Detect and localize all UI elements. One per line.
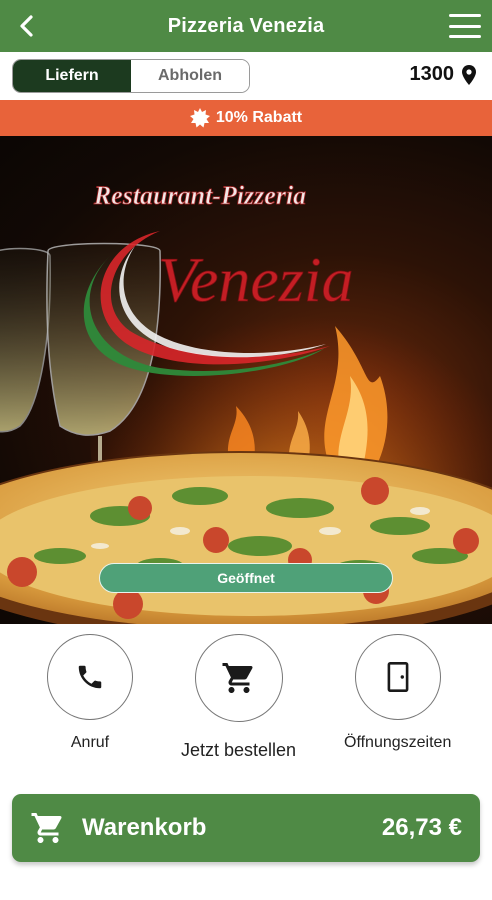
starburst-icon	[189, 108, 210, 128]
delivery-toggle: Liefern Abholen	[12, 59, 250, 93]
back-arrow-icon	[20, 15, 33, 37]
logo-title: Venezia	[158, 244, 354, 315]
cart-label: Warenkorb	[82, 814, 207, 841]
zip-selector[interactable]: 1300	[409, 63, 476, 86]
hours-label: Öffnungszeiten	[344, 734, 452, 751]
cart-button[interactable]: Warenkorb 26,73 €	[12, 794, 480, 862]
hours-action[interactable]: Öffnungszeiten	[344, 634, 451, 752]
option-abholen[interactable]: Abholen	[131, 60, 249, 92]
shopping-cart-icon	[222, 663, 253, 693]
cart-total: 26,73 €	[381, 814, 462, 841]
menu-button[interactable]	[448, 12, 482, 40]
hamburger-line	[449, 24, 481, 28]
hamburger-line	[449, 35, 481, 38]
call-button[interactable]	[47, 634, 133, 720]
hours-button[interactable]	[354, 634, 441, 720]
location-pin-icon	[462, 64, 476, 85]
discount-banner: 10% Rabatt	[0, 100, 492, 136]
call-label: Anruf	[70, 734, 110, 751]
hero-image: Restaurant-Pizzeria Venezia Geöffnet	[0, 136, 492, 624]
zip-code: 1300	[409, 63, 455, 85]
delivery-mode-bar: Liefern Abholen 1300	[0, 52, 492, 100]
quick-actions: Anruf Jetzt bestellen Öffnungszeiten	[0, 624, 492, 784]
order-action[interactable]: Jetzt bestellen	[181, 634, 296, 761]
door-icon	[387, 662, 409, 692]
app-bar: Pizzeria Venezia	[0, 0, 492, 52]
order-label: Jetzt bestellen	[181, 740, 297, 760]
option-liefern[interactable]: Liefern	[13, 60, 131, 92]
logo-subtitle: Restaurant-Pizzeria	[93, 181, 306, 210]
call-action[interactable]: Anruf	[47, 634, 133, 752]
page-title: Pizzeria Venezia	[167, 14, 325, 37]
shopping-cart-icon	[31, 813, 62, 843]
open-status-badge: Geöffnet	[99, 563, 393, 593]
hamburger-menu-icon	[449, 14, 481, 17]
discount-text: 10% Rabatt	[215, 109, 303, 126]
phone-icon	[78, 665, 102, 689]
back-button[interactable]	[12, 10, 42, 42]
hero-illustration: Restaurant-Pizzeria Venezia	[0, 181, 492, 624]
order-button[interactable]	[194, 634, 283, 722]
